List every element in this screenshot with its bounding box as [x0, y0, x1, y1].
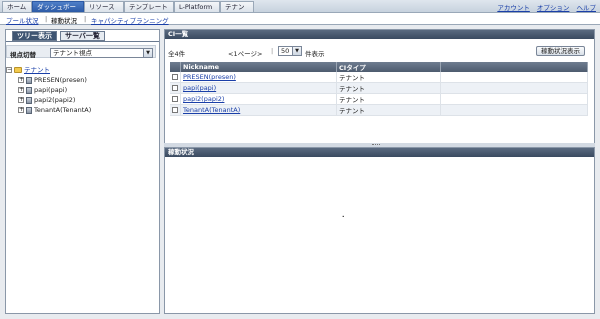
collapse-icon[interactable]: −: [6, 67, 12, 73]
per-page-suffix: 件表示: [305, 50, 325, 58]
table-row: papi(papi) テナント: [170, 82, 588, 94]
tree-item-label: papi(papi): [34, 86, 68, 94]
ci-count: 全4件: [168, 50, 186, 58]
folder-icon: [14, 67, 22, 73]
ci-list-title: CI一覧: [165, 30, 594, 39]
status-panel-title: 稼動状況: [165, 148, 594, 157]
tab-server-list[interactable]: サーバ一覧: [60, 31, 105, 41]
expand-icon[interactable]: +: [18, 97, 24, 103]
viewpoint-label: 視点切替: [10, 51, 36, 59]
ci-table: Nickname CIタイプ PRESEN(presen) テナント papi(…: [170, 62, 588, 116]
nickname-link[interactable]: papi2(papi2): [183, 95, 224, 103]
sub-nav: プール状況 | 稼動状況 | キャパシティプランニング: [0, 13, 600, 25]
column-header-ci-type[interactable]: CIタイプ: [336, 62, 441, 72]
tenant-icon: [26, 86, 32, 94]
chevron-down-icon: ▼: [143, 49, 152, 57]
show-status-button[interactable]: 稼動状況表示: [536, 46, 585, 56]
status-panel: 稼動状況: [164, 147, 595, 314]
tab-tenant[interactable]: テナント: [220, 1, 254, 22]
nickname-link[interactable]: TenantA(TenantA): [183, 106, 240, 114]
account-link[interactable]: アカウント: [497, 4, 530, 12]
pager-separator: |: [271, 47, 274, 55]
viewpoint-select[interactable]: テナント視点 ▼: [50, 48, 153, 58]
splitter-grip-icon[interactable]: [372, 144, 380, 146]
table-row: PRESEN(presen) テナント: [170, 72, 588, 83]
viewpoint-select-value: テナント視点: [53, 49, 92, 57]
ci-pager[interactable]: <1ページ>: [228, 48, 262, 58]
table-row: TenantA(TenantA) テナント: [170, 104, 588, 116]
subnav-operation-status[interactable]: 稼動状況: [51, 15, 77, 25]
select-column-header: [170, 62, 181, 72]
chevron-down-icon: ▼: [292, 47, 301, 55]
subnav-separator: |: [84, 15, 87, 23]
per-page-select[interactable]: 50 ▼: [278, 46, 302, 56]
nickname-link[interactable]: papi(papi): [183, 84, 216, 92]
top-nav-bar: ホーム ダッシュボード リソース テンプレート L-Platform テナント …: [0, 0, 600, 22]
tenant-icon: [26, 76, 32, 84]
table-row: papi2(papi2) テナント: [170, 93, 588, 105]
row-checkbox[interactable]: [172, 85, 178, 91]
tab-tree-view[interactable]: ツリー表示: [12, 31, 57, 41]
option-link[interactable]: オプション: [537, 4, 570, 12]
tree-item-label: papi2(papi2): [34, 96, 76, 104]
top-links: アカウント オプション ヘルプ: [492, 2, 596, 12]
subnav-pool-status[interactable]: プール状況: [6, 15, 39, 25]
tab-resources[interactable]: リソース: [84, 1, 124, 12]
tab-l-platform[interactable]: L-Platform: [174, 1, 220, 12]
tab-divider: [6, 41, 159, 42]
expand-icon[interactable]: +: [18, 107, 24, 113]
tree-root-label[interactable]: テナント: [24, 66, 50, 74]
subnav-separator: |: [45, 15, 48, 23]
tree-item[interactable]: + papi2(papi2): [18, 96, 75, 105]
row-checkbox[interactable]: [172, 96, 178, 102]
ci-type-cell: テナント: [336, 82, 441, 94]
subnav-capacity-planning[interactable]: キャパシティプランニング: [91, 15, 169, 25]
tenant-icon: [26, 96, 32, 104]
ci-type-cell: テナント: [336, 104, 441, 116]
nickname-link[interactable]: PRESEN(presen): [183, 73, 236, 81]
ci-type-cell: テナント: [336, 93, 441, 105]
tab-home[interactable]: ホーム: [2, 1, 32, 12]
tenant-icon: [26, 106, 32, 114]
tab-dashboard[interactable]: ダッシュボード: [32, 1, 84, 22]
column-header-filler: [440, 62, 588, 72]
loading-dot: .: [342, 211, 345, 219]
expand-icon[interactable]: +: [18, 87, 24, 93]
tree-item-label: TenantA(TenantA): [34, 106, 92, 114]
tree-item[interactable]: + TenantA(TenantA): [18, 106, 91, 115]
row-checkbox[interactable]: [172, 74, 178, 80]
tab-templates[interactable]: テンプレート: [124, 1, 174, 12]
tree-item[interactable]: + PRESEN(presen): [18, 76, 87, 85]
tree-root[interactable]: − テナント: [6, 66, 50, 75]
expand-icon[interactable]: +: [18, 77, 24, 83]
ci-type-cell: テナント: [336, 72, 441, 83]
per-page-value: 50: [281, 47, 290, 55]
column-header-nickname[interactable]: Nickname: [180, 62, 337, 72]
help-link[interactable]: ヘルプ: [577, 4, 597, 12]
row-checkbox[interactable]: [172, 107, 178, 113]
tree-item-label: PRESEN(presen): [34, 76, 87, 84]
tree-item[interactable]: + papi(papi): [18, 86, 67, 95]
